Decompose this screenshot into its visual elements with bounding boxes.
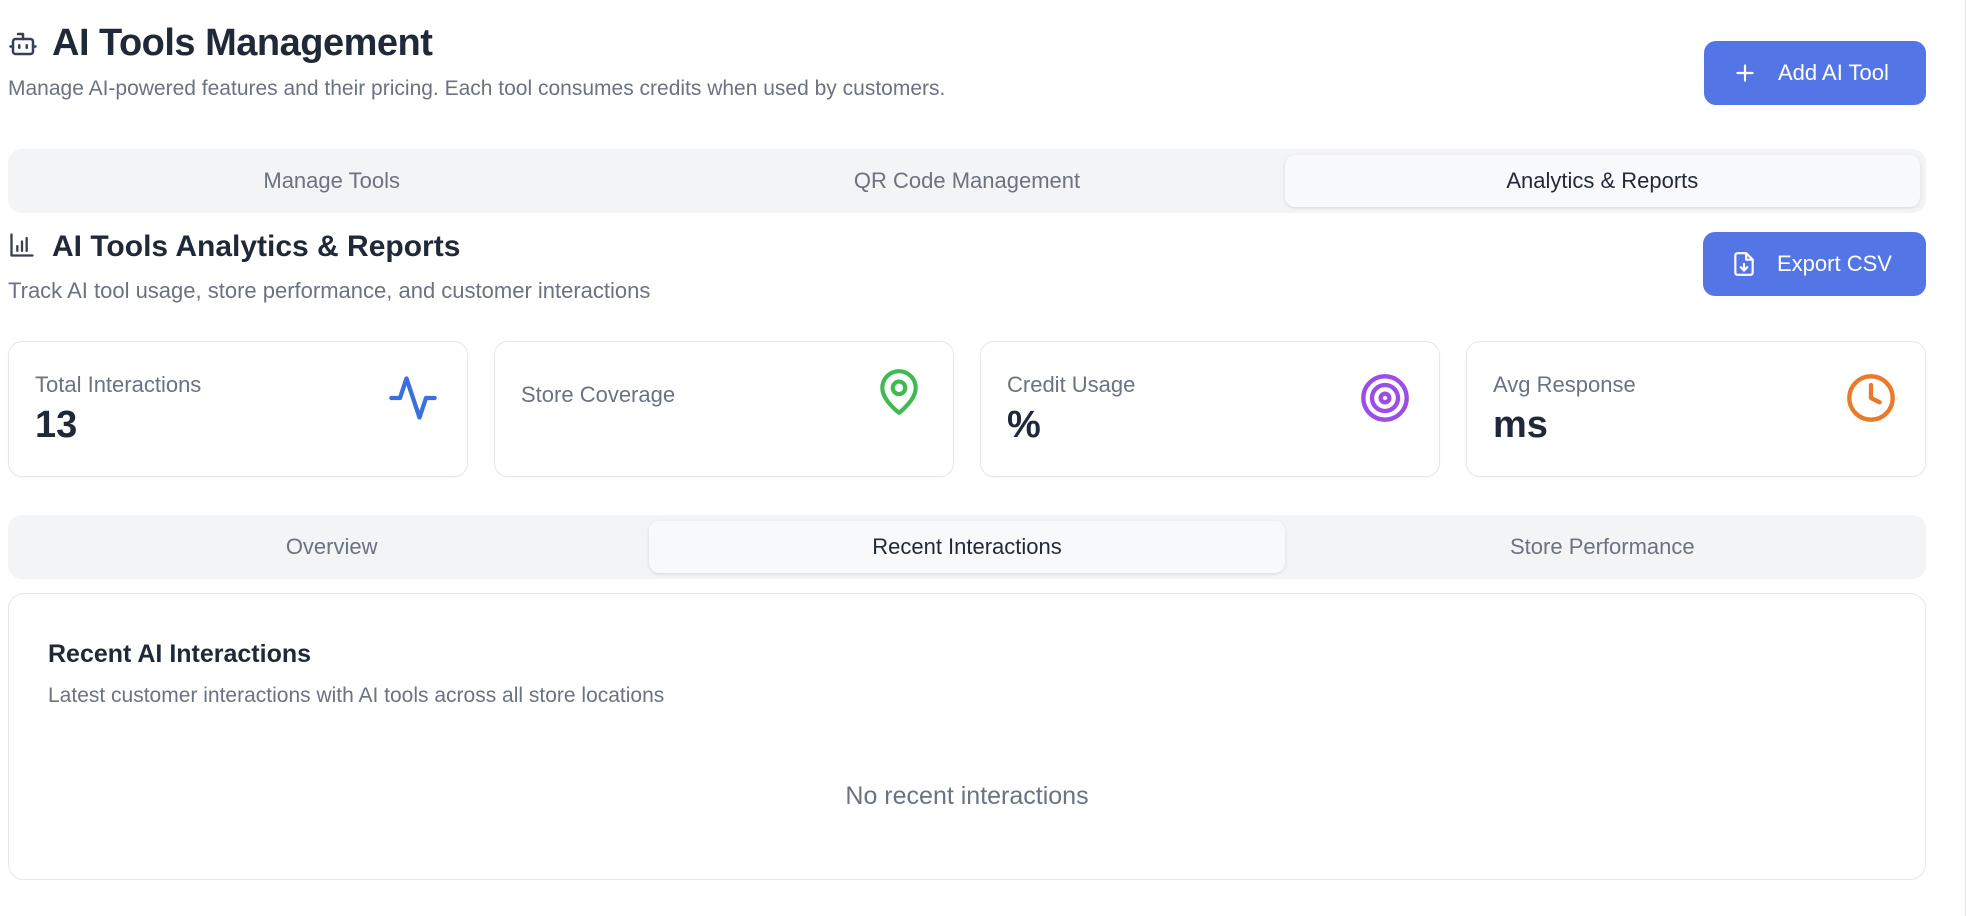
recent-interactions-subtitle: Latest customer interactions with AI too… xyxy=(48,684,665,707)
analytics-tabs: Overview Recent Interactions Store Perfo… xyxy=(8,515,1926,579)
map-pin-icon xyxy=(871,364,927,420)
analytics-header: AI Tools Analytics & Reports Track AI to… xyxy=(8,230,650,304)
page-header: AI Tools Management Manage AI-powered fe… xyxy=(8,22,1926,112)
export-csv-button[interactable]: Export CSV xyxy=(1703,232,1926,296)
tab-manage-tools[interactable]: Manage Tools xyxy=(14,155,649,207)
stat-card-total-interactions: Total Interactions 13 xyxy=(8,341,468,477)
stat-card-store-coverage: Store Coverage xyxy=(494,341,954,477)
main-tabs: Manage Tools QR Code Management Analytic… xyxy=(8,149,1926,213)
stat-label: Avg Response xyxy=(1493,372,1636,397)
bar-chart-icon xyxy=(8,231,36,264)
file-download-icon xyxy=(1731,251,1757,277)
plus-icon xyxy=(1732,60,1758,86)
tab-store-performance[interactable]: Store Performance xyxy=(1285,521,1920,573)
title-row: AI Tools Management xyxy=(8,22,1926,65)
clock-icon xyxy=(1843,370,1899,426)
page-subtitle: Manage AI-powered features and their pri… xyxy=(8,77,946,100)
add-ai-tool-button[interactable]: Add AI Tool xyxy=(1704,41,1926,105)
target-icon xyxy=(1357,370,1413,426)
stat-card-credit-usage: Credit Usage % xyxy=(980,341,1440,477)
analytics-title: AI Tools Analytics & Reports xyxy=(52,230,461,263)
empty-state-text: No recent interactions xyxy=(845,782,1089,810)
export-csv-label: Export CSV xyxy=(1777,251,1892,276)
recent-interactions-title: Recent AI Interactions xyxy=(48,640,312,668)
activity-icon xyxy=(385,370,441,426)
stat-card-avg-response: Avg Response ms xyxy=(1466,341,1926,477)
stat-value: ms xyxy=(1493,404,1548,446)
tab-overview[interactable]: Overview xyxy=(14,521,649,573)
stat-label: Credit Usage xyxy=(1007,372,1136,397)
stat-label: Store Coverage xyxy=(521,382,676,407)
bot-icon xyxy=(8,29,38,59)
tab-analytics-reports[interactable]: Analytics & Reports xyxy=(1284,155,1920,207)
stat-value: % xyxy=(1007,404,1041,446)
analytics-title-row: AI Tools Analytics & Reports xyxy=(8,230,650,264)
analytics-subtitle: Track AI tool usage, store performance, … xyxy=(8,278,651,303)
stat-value: 13 xyxy=(35,404,78,446)
add-ai-tool-label: Add AI Tool xyxy=(1778,60,1889,85)
page-title: AI Tools Management xyxy=(52,22,433,64)
tab-recent-interactions[interactable]: Recent Interactions xyxy=(649,521,1285,573)
recent-interactions-panel: Recent AI Interactions Latest customer i… xyxy=(8,593,1926,880)
stat-label: Total Interactions xyxy=(35,372,202,397)
tab-qr-code-management[interactable]: QR Code Management xyxy=(649,155,1284,207)
